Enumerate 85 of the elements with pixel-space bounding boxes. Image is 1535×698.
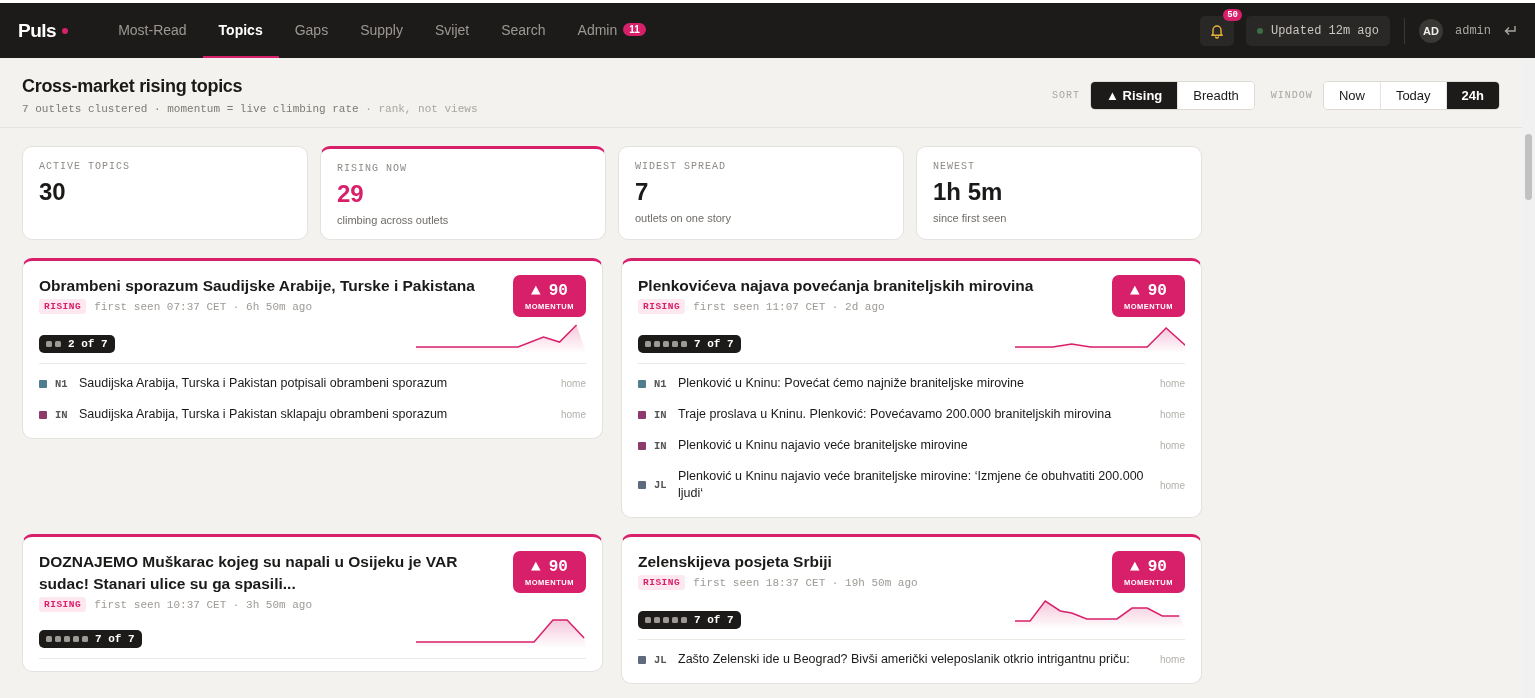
status-tag: RISING xyxy=(638,299,686,314)
momentum-value: 90 xyxy=(1147,557,1167,576)
brand-logo[interactable]: Puls xyxy=(18,19,57,42)
nav-tab[interactable]: Most-Read xyxy=(102,3,203,58)
topic-meta: first seen 10:37 CET · 3h 50m ago xyxy=(94,598,313,611)
sort-option[interactable]: ▲ Rising xyxy=(1091,82,1179,109)
story-headline[interactable]: Plenković u Kninu: Povećat ćemo najniže braniteljske mirovine xyxy=(678,375,1152,392)
logout-icon[interactable] xyxy=(1503,24,1517,37)
trend-arrow: ▲ xyxy=(531,557,541,576)
coverage-count: 7 of 7 xyxy=(694,614,734,626)
page-subtitle: 7 outlets clustered · momentum = live climbing rate xyxy=(22,103,359,115)
stat-caption: climbing across outlets xyxy=(337,214,450,226)
stat-value: 29 xyxy=(337,180,365,208)
story-section: home xyxy=(561,378,586,389)
notification-count: 50 xyxy=(1223,8,1242,21)
window-option[interactable]: 24h xyxy=(1446,82,1499,109)
topic-title[interactable]: Zelenskijeva posjeta Srbiji xyxy=(638,551,918,573)
nav-tab[interactable]: Search xyxy=(485,3,562,58)
source-code: JL xyxy=(654,479,668,491)
topic-title[interactable]: DOZNAJEMO Muškarac kojeg su napali u Osijeku je VAR sudac! Stanari ulice su ga spasili... xyxy=(39,551,497,595)
story-section: home xyxy=(1160,378,1185,389)
stat-label: NEWEST xyxy=(933,161,976,172)
outlet-dots-icon xyxy=(46,636,88,642)
topic-meta: first seen 18:37 CET · 19h 50m ago xyxy=(693,576,918,589)
user-name: admin xyxy=(1455,23,1491,38)
momentum-value: 90 xyxy=(548,281,568,300)
trend-arrow: ▲ xyxy=(531,281,541,300)
source-code: N1 xyxy=(55,377,69,390)
momentum-value: 90 xyxy=(1147,281,1167,300)
outlet-dots-icon xyxy=(645,617,687,623)
source-code: IN xyxy=(55,408,69,421)
stat-caption: outlets on one story xyxy=(635,212,732,224)
page-title: Cross-market rising topics xyxy=(22,76,244,97)
story-section: home xyxy=(561,409,586,420)
status-tag: RISING xyxy=(39,597,87,612)
stat-label: ACTIVE TOPICS xyxy=(39,161,131,172)
story-headline[interactable]: Zašto Zelenski ide u Beograd? Bivši američki veleposlanik otkrio intrigantnu priču: xyxy=(678,651,1152,668)
window-label: WINDOW xyxy=(1270,90,1313,101)
nav-tab[interactable]: Supply xyxy=(344,3,419,58)
stat-value: 7 xyxy=(635,178,650,206)
story-headline[interactable]: Traje proslava u Kninu. Plenković: Povećavamo 200.000 braniteljskih mirovina xyxy=(678,406,1152,423)
story-section: home xyxy=(1160,440,1185,451)
nav-tab[interactable]: Gaps xyxy=(278,3,345,58)
coverage-count: 2 of 7 xyxy=(68,338,108,350)
source-code: IN xyxy=(654,439,668,452)
stat-caption: since first seen xyxy=(933,212,1008,224)
story-headline[interactable]: Plenković u Kninu najavio veće braniteljske mirovine: ‘Izmjene će obuhvatiti 200.000 ljudi‘ xyxy=(678,468,1152,502)
source-code: JL xyxy=(654,653,668,666)
outlet-dots-icon xyxy=(645,341,687,347)
topic-title[interactable]: Obrambeni sporazum Saudijske Arabije, Turske i Pakistana xyxy=(39,275,475,297)
stat-value: 1h 5m xyxy=(933,178,1004,206)
story-section: home xyxy=(1160,479,1185,491)
momentum-value: 90 xyxy=(548,557,568,576)
status-tag: RISING xyxy=(39,299,87,314)
nav-tab[interactable]: Topics xyxy=(202,3,279,58)
outlet-dots-icon xyxy=(46,341,61,347)
trend-arrow: ▲ xyxy=(1130,281,1140,300)
brand-dot-icon xyxy=(62,27,69,34)
topic-meta: first seen 11:07 CET · 2d ago xyxy=(693,300,885,313)
count-badge: 11 xyxy=(623,23,646,36)
story-section: home xyxy=(1160,654,1185,665)
window-option[interactable]: Now xyxy=(1323,82,1381,109)
topic-title[interactable]: Plenkovićeva najava povećanja braniteljskih mirovina xyxy=(638,275,1034,297)
nav-tab[interactable]: Svijet xyxy=(418,3,486,58)
stat-value: 30 xyxy=(39,178,67,206)
story-section: home xyxy=(1160,409,1185,420)
notifications-button[interactable] xyxy=(1199,15,1234,46)
stat-label: RISING NOW xyxy=(337,163,408,174)
page-note: · rank, not views xyxy=(365,103,478,115)
update-status: Updated 12m ago xyxy=(1245,15,1390,46)
status-tag: RISING xyxy=(638,575,686,590)
story-headline[interactable]: Saudijska Arabija, Turska i Pakistan potpisali obrambeni sporazum xyxy=(79,375,553,392)
story-headline[interactable]: Plenković u Kninu najavio veće braniteljske mirovine xyxy=(678,437,1152,454)
bell-icon xyxy=(1208,22,1225,39)
coverage-count: 7 of 7 xyxy=(694,338,734,350)
source-code: IN xyxy=(654,408,668,421)
stat-label: WIDEST SPREAD xyxy=(635,161,727,172)
topic-meta: first seen 07:37 CET · 6h 50m ago xyxy=(94,300,313,313)
sort-label: SORT xyxy=(1052,90,1081,101)
trend-arrow: ▲ xyxy=(1130,557,1140,576)
user-avatar[interactable]: AD xyxy=(1419,18,1443,43)
source-code: N1 xyxy=(654,377,668,390)
coverage-count: 7 of 7 xyxy=(95,633,135,645)
nav-tab[interactable]: Admin 11 xyxy=(561,3,662,58)
story-headline[interactable]: Saudijska Arabija, Turska i Pakistan sklapaju obrambeni sporazum xyxy=(79,406,553,423)
